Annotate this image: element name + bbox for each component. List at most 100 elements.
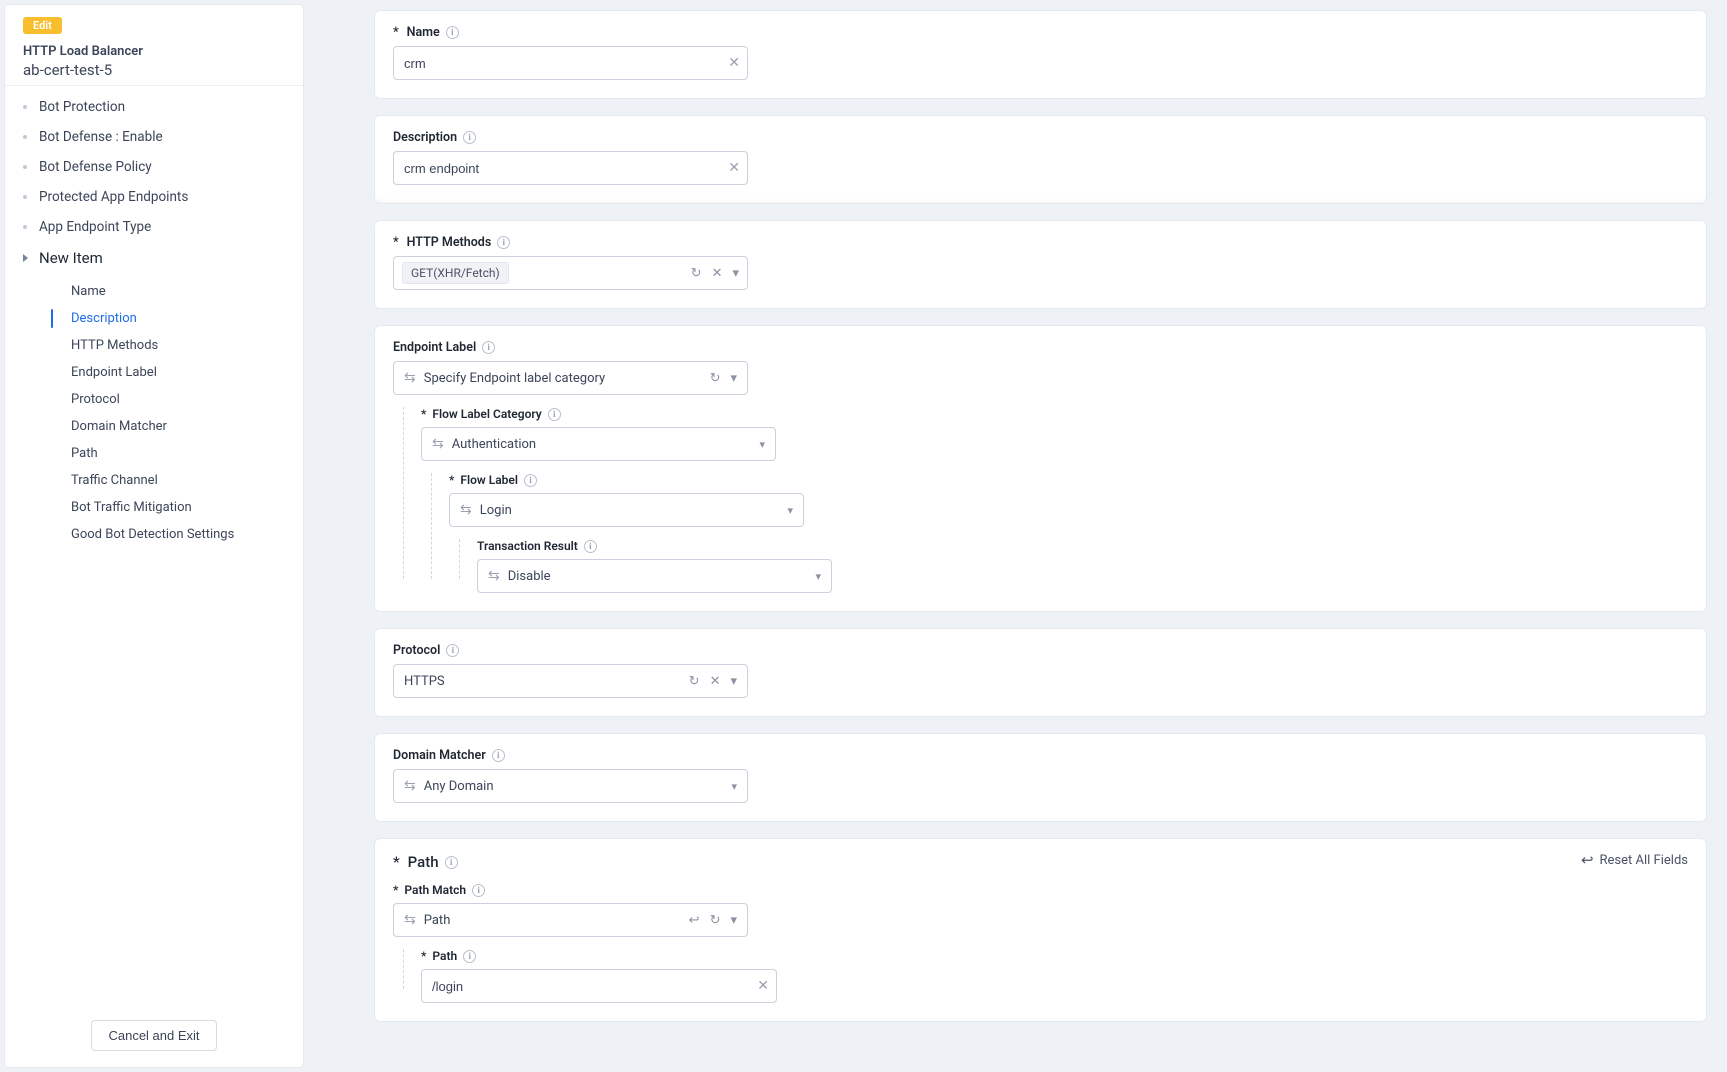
nav-list: Bot Protection Bot Defense : Enable Bot … <box>23 92 287 274</box>
label-flow-label: *Flow Label i <box>449 473 1688 487</box>
info-icon[interactable]: i <box>463 131 476 144</box>
subnav-http-methods[interactable]: HTTP Methods <box>57 332 287 359</box>
tree-txn-result: Transaction Result i Disable <box>449 539 1688 593</box>
info-icon[interactable]: i <box>584 540 597 553</box>
shuffle-icon <box>404 779 416 793</box>
info-icon[interactable]: i <box>492 749 505 762</box>
clear-icon[interactable] <box>728 56 740 70</box>
http-methods-select[interactable]: GET(XHR/Fetch) <box>393 256 748 290</box>
nav-item-bot-defense-enable[interactable]: Bot Defense : Enable <box>23 122 287 152</box>
flow-category-value: Authentication <box>452 437 536 452</box>
chevron-down-icon[interactable] <box>730 674 737 689</box>
subnav-protocol[interactable]: Protocol <box>57 386 287 413</box>
subnav-good-bot-detection[interactable]: Good Bot Detection Settings <box>57 521 287 548</box>
panel-name: *Name i <box>374 10 1707 99</box>
reset-all-fields[interactable]: Reset All Fields <box>1581 851 1688 869</box>
info-icon[interactable]: i <box>497 236 510 249</box>
tree-flow-label: *Flow Label i Login Transaction Result i <box>421 473 1688 593</box>
info-icon[interactable]: i <box>446 644 459 657</box>
info-icon[interactable]: i <box>548 408 561 421</box>
shuffle-icon <box>404 371 416 385</box>
path-match-value: Path <box>424 913 451 928</box>
info-icon[interactable]: i <box>445 856 458 869</box>
flow-label-value: Login <box>480 503 512 518</box>
label-txn-result: Transaction Result i <box>477 539 1688 553</box>
label-http-methods: *HTTP Methods i <box>393 235 1688 250</box>
path-match-select[interactable]: Path <box>393 903 748 937</box>
subnav-endpoint-label[interactable]: Endpoint Label <box>57 359 287 386</box>
shuffle-icon <box>404 913 416 927</box>
label-flow-category: *Flow Label Category i <box>421 407 1688 421</box>
label-path-section: *Path i <box>393 853 1688 871</box>
sidebar: Edit HTTP Load Balancer ab-cert-test-5 B… <box>4 4 304 1068</box>
undo-icon <box>1581 851 1594 869</box>
label-path-match: *Path Match i <box>393 883 1688 897</box>
clear-icon[interactable] <box>728 161 740 175</box>
panel-http-methods: *HTTP Methods i GET(XHR/Fetch) <box>374 220 1707 309</box>
panel-path: Reset All Fields *Path i *Path Match i P… <box>374 838 1707 1022</box>
domain-matcher-select[interactable]: Any Domain <box>393 769 748 803</box>
info-icon[interactable]: i <box>472 884 485 897</box>
shuffle-icon <box>460 503 472 517</box>
panel-domain-matcher: Domain Matcher i Any Domain <box>374 733 1707 822</box>
nav-item-bot-defense-policy[interactable]: Bot Defense Policy <box>23 152 287 182</box>
chevron-down-icon[interactable] <box>732 266 739 281</box>
nav-item-bot-protection[interactable]: Bot Protection <box>23 92 287 122</box>
cancel-exit-button[interactable]: Cancel and Exit <box>91 1020 216 1051</box>
info-icon[interactable]: i <box>463 950 476 963</box>
panel-protocol: Protocol i HTTPS <box>374 628 1707 717</box>
main-content: *Name i Description i *HTTP Methods i GE… <box>304 0 1727 1072</box>
refresh-icon[interactable] <box>710 913 721 928</box>
txn-result-select[interactable]: Disable <box>477 559 832 593</box>
path-input[interactable] <box>421 969 777 1003</box>
subnav-path[interactable]: Path <box>57 440 287 467</box>
subnav-name[interactable]: Name <box>57 278 287 305</box>
label-domain-matcher: Domain Matcher i <box>393 748 1688 763</box>
subnav-bot-traffic-mitigation[interactable]: Bot Traffic Mitigation <box>57 494 287 521</box>
subnav-domain-matcher[interactable]: Domain Matcher <box>57 413 287 440</box>
subnav-list: Name Description HTTP Methods Endpoint L… <box>57 278 287 548</box>
protocol-value: HTTPS <box>404 674 445 689</box>
refresh-icon[interactable] <box>710 371 721 386</box>
chevron-down-icon[interactable] <box>787 504 793 517</box>
info-icon[interactable]: i <box>482 341 495 354</box>
chevron-down-icon[interactable] <box>731 780 737 793</box>
chevron-down-icon[interactable] <box>815 570 821 583</box>
label-description: Description i <box>393 130 1688 145</box>
chevron-down-icon[interactable] <box>730 913 737 928</box>
refresh-icon[interactable] <box>689 674 700 689</box>
flow-label-select[interactable]: Login <box>449 493 804 527</box>
edit-badge: Edit <box>23 17 62 34</box>
shuffle-icon <box>432 437 444 451</box>
method-tag: GET(XHR/Fetch) <box>402 262 509 284</box>
subnav-traffic-channel[interactable]: Traffic Channel <box>57 467 287 494</box>
chevron-down-icon[interactable] <box>730 371 737 386</box>
chevron-down-icon[interactable] <box>759 438 765 451</box>
protocol-select[interactable]: HTTPS <box>393 664 748 698</box>
nav-item-protected-app-endpoints[interactable]: Protected App Endpoints <box>23 182 287 212</box>
clear-icon[interactable] <box>757 979 769 993</box>
flow-category-select[interactable]: Authentication <box>421 427 776 461</box>
tree-path: *Path i <box>393 949 1688 1003</box>
nav-item-new-item[interactable]: New Item <box>23 242 287 274</box>
sidebar-subtitle: ab-cert-test-5 <box>23 61 287 79</box>
info-icon[interactable]: i <box>446 26 459 39</box>
divider <box>5 85 303 86</box>
domain-matcher-value: Any Domain <box>424 779 494 794</box>
nav-item-app-endpoint-type[interactable]: App Endpoint Type <box>23 212 287 242</box>
name-input[interactable] <box>393 46 748 80</box>
clear-icon[interactable] <box>710 674 721 689</box>
endpoint-label-select[interactable]: Specify Endpoint label category <box>393 361 748 395</box>
txn-result-value: Disable <box>508 569 551 584</box>
shuffle-icon <box>488 569 500 583</box>
endpoint-label-value: Specify Endpoint label category <box>424 371 605 386</box>
clear-icon[interactable] <box>712 266 723 281</box>
label-protocol: Protocol i <box>393 643 1688 658</box>
description-input[interactable] <box>393 151 748 185</box>
subnav-description[interactable]: Description <box>57 305 287 332</box>
panel-endpoint-label: Endpoint Label i Specify Endpoint label … <box>374 325 1707 612</box>
refresh-icon[interactable] <box>691 266 702 281</box>
info-icon[interactable]: i <box>524 474 537 487</box>
label-endpoint-label: Endpoint Label i <box>393 340 1688 355</box>
undo-icon[interactable] <box>689 913 700 928</box>
